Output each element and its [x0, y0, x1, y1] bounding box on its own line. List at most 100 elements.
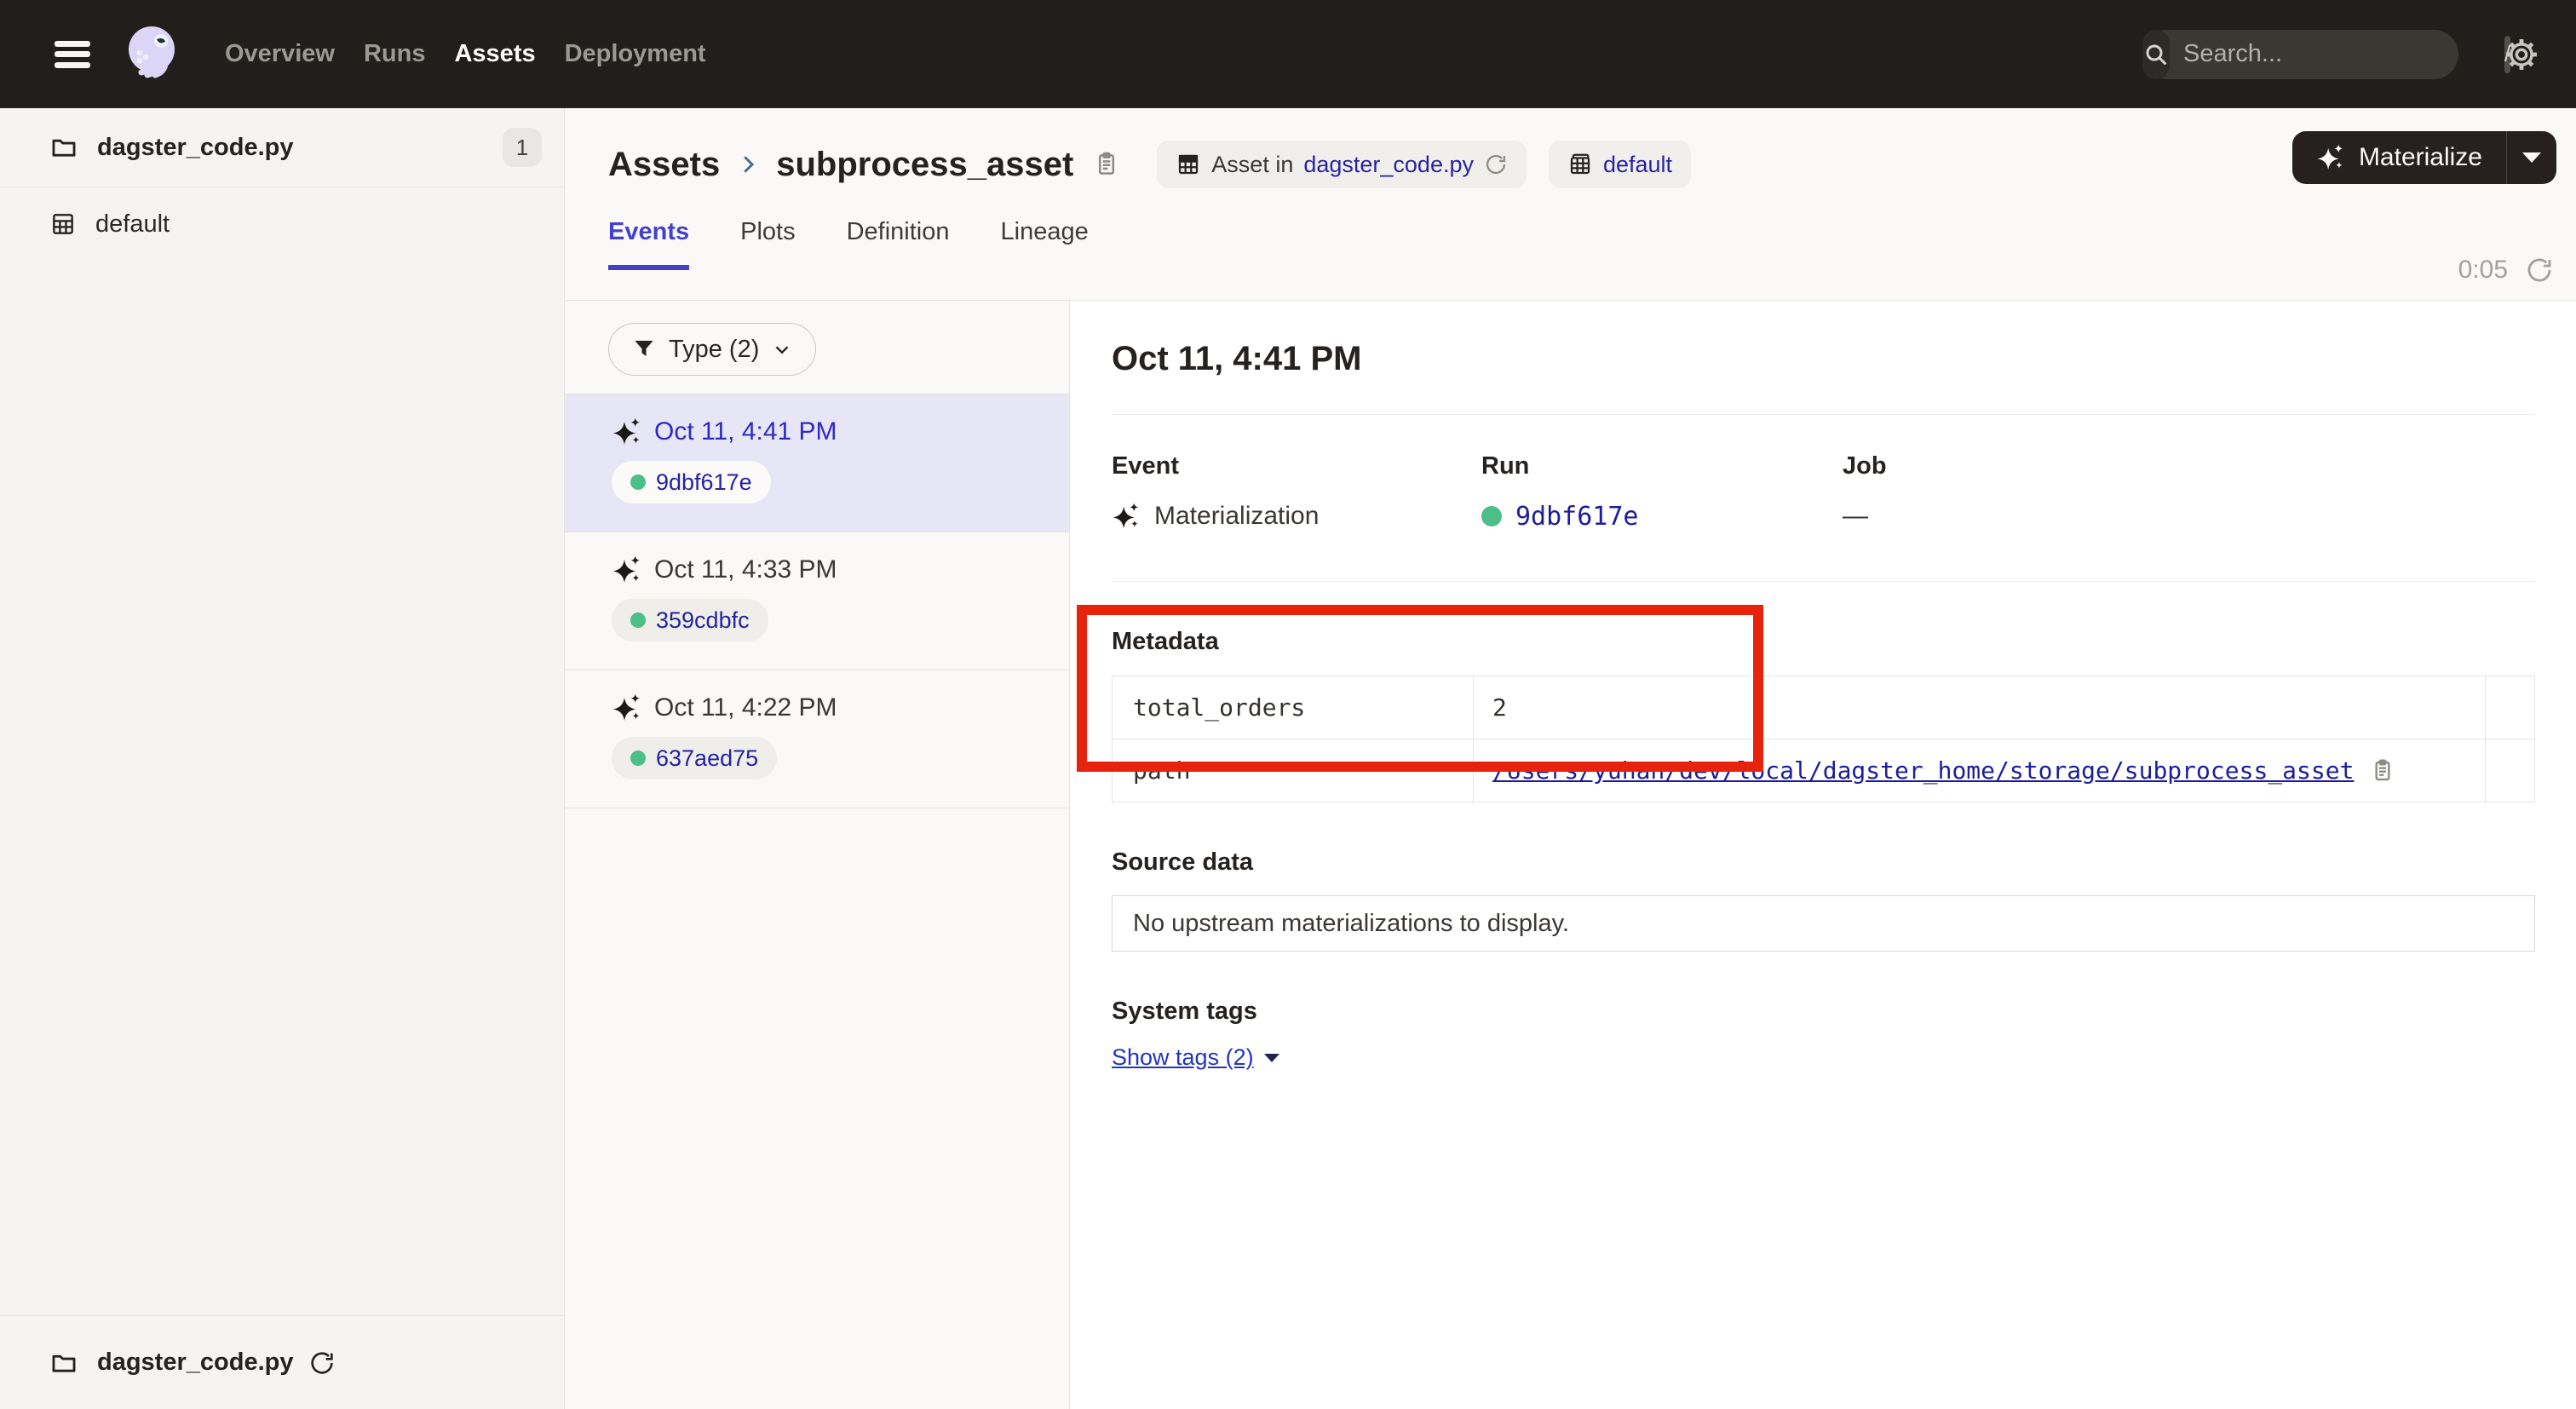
run-pill[interactable]: 9dbf617e	[612, 461, 771, 503]
asset-group-icon	[1176, 152, 1201, 177]
folder-icon	[49, 1349, 78, 1377]
caret-down-icon	[1264, 1054, 1279, 1062]
filter-funnel-icon	[631, 336, 657, 362]
run-id-link[interactable]: 9dbf617e	[1515, 502, 1639, 532]
refresh-timer: 0:05	[2458, 256, 2554, 285]
materialize-button[interactable]: Materialize	[2292, 131, 2506, 184]
run-status-dot	[1481, 506, 1502, 526]
materialization-sparkle-icon	[612, 417, 642, 447]
metadata-row: path /Users/yuhan/dev/local/dagster_home…	[1113, 739, 2535, 802]
tab-definition[interactable]: Definition	[847, 218, 950, 270]
group-tag: default	[1549, 141, 1691, 188]
nav-item-overview[interactable]: Overview	[225, 40, 335, 68]
metadata-value: 2	[1474, 676, 2486, 739]
materialize-label: Materialize	[2359, 143, 2482, 172]
metadata-table: total_orders 2 path /Users/yuhan/dev/loc…	[1112, 676, 2535, 802]
chevron-right-icon	[735, 152, 761, 177]
show-tags-label: Show tags (2)	[1112, 1044, 1254, 1071]
materialization-sparkle-icon	[1112, 502, 1141, 531]
run-pill[interactable]: 359cdbfc	[612, 599, 768, 641]
event-date: Oct 11, 4:22 PM	[654, 693, 837, 722]
copy-path-icon[interactable]	[2369, 757, 2396, 785]
event-detail-panel: Oct 11, 4:41 PM Event Materialization Ru…	[1071, 301, 2576, 1409]
run-pill[interactable]: 637aed75	[612, 737, 777, 779]
metadata-key: path	[1113, 739, 1474, 802]
search-icon	[2142, 30, 2170, 79]
search-box[interactable]: /	[2142, 30, 2458, 79]
copy-asset-name-icon[interactable]	[1092, 150, 1121, 179]
job-value: —	[1843, 502, 1868, 531]
show-tags-toggle[interactable]: Show tags (2)	[1112, 1044, 1279, 1071]
breadcrumb: Assets subprocess_asset Asset in dagster…	[608, 141, 2576, 188]
event-list-item[interactable]: Oct 11, 4:22 PM 637aed75	[565, 670, 1069, 808]
materialize-dropdown-button[interactable]	[2507, 131, 2556, 184]
source-data-empty-state: No upstream materializations to display.	[1112, 895, 2535, 952]
tab-events[interactable]: Events	[608, 218, 689, 270]
asset-count-badge: 1	[503, 128, 542, 167]
tag-prefix: Asset in	[1211, 152, 1293, 178]
timer-value: 0:05	[2458, 256, 2508, 285]
run-status-dot	[630, 612, 646, 628]
asset-group-icon	[1567, 152, 1593, 177]
metadata-heading: Metadata	[1112, 628, 2535, 656]
event-detail-title: Oct 11, 4:41 PM	[1112, 340, 2535, 378]
group-link[interactable]: default	[1603, 152, 1672, 178]
run-id-link: 359cdbfc	[656, 607, 750, 634]
materialize-split-button: Materialize	[2292, 131, 2556, 184]
code-location-link[interactable]: dagster_code.py	[1303, 152, 1474, 178]
sidebar-item-default-group[interactable]: default	[0, 187, 564, 261]
reload-location-icon[interactable]	[308, 1349, 336, 1377]
hamburger-menu-icon[interactable]	[55, 41, 90, 68]
event-list-panel: Type (2) Oct 11, 4:41 PM 9dbf617e	[565, 301, 1070, 1409]
refresh-icon[interactable]	[2525, 256, 2554, 285]
nav-item-runs[interactable]: Runs	[364, 40, 426, 68]
event-filter-bar: Type (2)	[565, 301, 1069, 394]
sidebar-footer: dagster_code.py	[0, 1315, 564, 1409]
metadata-row: total_orders 2	[1113, 676, 2535, 739]
event-date: Oct 11, 4:33 PM	[654, 555, 837, 584]
search-input[interactable]	[2170, 40, 2504, 68]
tab-plots[interactable]: Plots	[740, 218, 795, 270]
group-label: default	[95, 210, 170, 239]
breadcrumb-assets-link[interactable]: Assets	[608, 146, 720, 184]
materialization-sparkle-icon	[612, 693, 642, 723]
sidebar-item-code-location[interactable]: dagster_code.py 1	[0, 108, 564, 187]
tab-lineage[interactable]: Lineage	[1001, 218, 1089, 270]
code-location-tag: Asset in dagster_code.py	[1157, 141, 1527, 188]
dagster-logo-icon[interactable]	[119, 20, 187, 89]
system-tags-heading: System tags	[1112, 998, 2535, 1026]
footer-code-location-label: dagster_code.py	[97, 1349, 293, 1377]
chevron-down-icon	[771, 338, 793, 360]
folder-icon	[49, 133, 78, 162]
asset-graph-sidebar: dagster_code.py 1 default dagster_code.p…	[0, 108, 565, 1409]
caret-down-icon	[2522, 152, 2541, 163]
code-location-label: dagster_code.py	[97, 134, 293, 162]
metadata-key: total_orders	[1113, 676, 1474, 739]
event-date: Oct 11, 4:41 PM	[654, 417, 837, 446]
materialization-sparkle-icon	[2316, 143, 2345, 172]
job-column-label: Job	[1843, 452, 1887, 480]
asset-tags: Asset in dagster_code.py default	[1157, 141, 1691, 188]
empty-message: No upstream materializations to display.	[1133, 910, 1569, 938]
source-data-heading: Source data	[1112, 848, 2535, 877]
run-status-dot	[630, 751, 646, 766]
type-filter-button[interactable]: Type (2)	[608, 323, 816, 376]
run-id-link: 637aed75	[656, 745, 758, 772]
event-list-item[interactable]: Oct 11, 4:33 PM 359cdbfc	[565, 532, 1069, 670]
asset-name: subprocess_asset	[776, 146, 1073, 184]
run-column-label: Run	[1481, 452, 1843, 480]
filter-label: Type (2)	[669, 336, 759, 364]
event-type-value: Materialization	[1154, 502, 1319, 531]
event-list-item[interactable]: Oct 11, 4:41 PM 9dbf617e	[565, 394, 1069, 532]
nav-item-deployment[interactable]: Deployment	[565, 40, 706, 68]
asset-tabs: Events Plots Definition Lineage	[608, 217, 2576, 270]
asset-page-header: Assets subprocess_asset Asset in dagster…	[565, 108, 2576, 301]
event-summary: Event Materialization Run 9dbf617e Job —	[1112, 452, 2535, 533]
top-nav-right: /	[2142, 30, 2540, 79]
gear-icon[interactable]	[2503, 36, 2540, 73]
top-nav: Overview Runs Assets Deployment /	[0, 0, 2576, 108]
reload-icon[interactable]	[1484, 152, 1508, 176]
run-status-dot	[630, 474, 646, 490]
metadata-path-link[interactable]: /Users/yuhan/dev/local/dagster_home/stor…	[1492, 756, 2354, 785]
nav-item-assets[interactable]: Assets	[454, 40, 535, 68]
